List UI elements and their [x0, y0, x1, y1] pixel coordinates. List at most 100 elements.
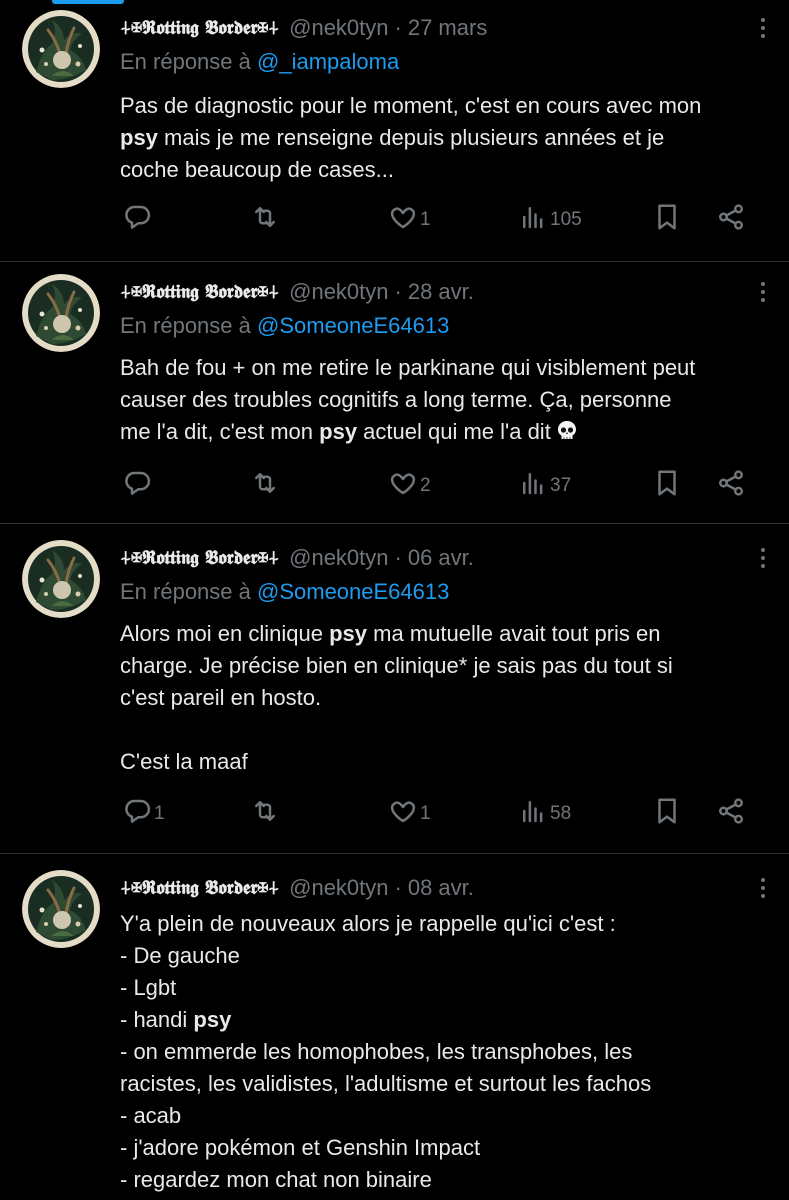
views-button[interactable]: 58 [518, 794, 571, 834]
like-button[interactable]: 1 [388, 200, 431, 240]
avatar[interactable] [22, 540, 100, 618]
tweet-text-line [120, 714, 769, 746]
like-icon [388, 468, 418, 504]
bookmark-button[interactable] [652, 794, 682, 834]
share-icon [716, 202, 746, 238]
tweet-text-line: - on emmerde les homophobes, les transph… [120, 1036, 769, 1068]
bookmark-button[interactable] [652, 200, 682, 240]
tweet-text-line: racistes, les validistes, l'adultisme et… [120, 1068, 769, 1100]
display-name[interactable]: ⍭✠𝕽𝖔𝖙𝖙𝖎𝖓𝖌 𝕭𝖔𝖗𝖉𝖊𝖗✠⍭ [120, 17, 279, 39]
skull-emoji [555, 419, 579, 443]
reply-prefix: En réponse à [120, 49, 251, 74]
text-fragment: - regardez mon chat non binaire [120, 1167, 432, 1192]
views-icon [518, 796, 548, 832]
display-name[interactable]: ⍭✠𝕽𝖔𝖙𝖙𝖎𝖓𝖌 𝕭𝖔𝖗𝖉𝖊𝖗✠⍭ [120, 877, 279, 899]
tweet-text-line: - De gauche [120, 940, 769, 972]
views-count: 58 [550, 803, 572, 824]
share-icon [716, 796, 746, 832]
user-handle[interactable]: @nek0tyn [289, 875, 388, 901]
tweet[interactable]: ⍭✠𝕽𝖔𝖙𝖙𝖎𝖓𝖌 𝕭𝖔𝖗𝖉𝖊𝖗✠⍭ @nek0tyn · 06 avr. En… [0, 524, 789, 854]
share-button[interactable] [716, 200, 746, 240]
text-fragment: racistes, les validistes, l'adultisme et… [120, 1071, 652, 1096]
tweet-date[interactable]: 08 avr. [408, 875, 474, 901]
views-button[interactable]: 105 [518, 200, 582, 240]
text-fragment: charge. Je précise bien en clinique* je … [120, 653, 673, 678]
tweet-date[interactable]: 28 avr. [408, 279, 474, 305]
text-fragment: - on emmerde les homophobes, les transph… [120, 1039, 633, 1064]
text-fragment: Pas de diagnostic pour le moment, c'est … [120, 93, 702, 118]
tweet-text-line: causer des troubles cognitifs a long ter… [120, 384, 769, 416]
reply-button[interactable] [122, 466, 152, 506]
retweet-button[interactable] [250, 466, 280, 506]
avatar[interactable] [22, 274, 100, 352]
like-button[interactable]: 2 [388, 466, 431, 506]
views-button[interactable]: 37 [518, 466, 571, 506]
tweet-actions: 1 1 58 [120, 794, 760, 834]
text-fragment: Bah de fou + on me retire le parkinane q… [120, 355, 696, 380]
like-icon [388, 202, 418, 238]
tweet-text-line: - j'adore pokémon et Genshin Impact [120, 1132, 769, 1164]
tweet[interactable]: ⍭✠𝕽𝖔𝖙𝖙𝖎𝖓𝖌 𝕭𝖔𝖗𝖉𝖊𝖗✠⍭ @nek0tyn · 27 mars En… [0, 0, 789, 262]
share-icon [716, 468, 746, 504]
tweet-actions: 1 105 [120, 200, 760, 240]
likes-count: 1 [420, 803, 431, 824]
views-icon [518, 468, 548, 504]
user-handle[interactable]: @nek0tyn [289, 545, 388, 571]
tweet-text-line: Bah de fou + on me retire le parkinane q… [120, 352, 769, 384]
text-fragment: causer des troubles cognitifs a long ter… [120, 387, 672, 412]
text-fragment: - Lgbt [120, 975, 177, 1000]
tweet-text-line: - acab [120, 1100, 769, 1132]
reply-mention-link[interactable]: @SomeoneE64613 [257, 313, 449, 338]
tweet-text-line: Y'a plein de nouveaux alors je rappelle … [120, 908, 769, 940]
highlighted-term: psy [329, 621, 368, 646]
separator: · [394, 15, 402, 40]
separator: · [394, 279, 402, 304]
retweet-button[interactable] [250, 200, 280, 240]
avatar[interactable] [22, 10, 100, 88]
likes-count: 2 [420, 475, 431, 496]
reply-prefix: En réponse à [120, 579, 251, 604]
tweet-text-line: - handi psy [120, 1004, 769, 1036]
tweet-text-line: me l'a dit, c'est mon psy actuel qui me … [120, 416, 769, 448]
tweet-text-line: coche beaucoup de cases... [120, 154, 769, 186]
tweet-text-line: c'est pareil en hosto. [120, 682, 769, 714]
share-button[interactable] [716, 794, 746, 834]
reply-mention-link[interactable]: @SomeoneE64613 [257, 579, 449, 604]
text-fragment: - acab [120, 1103, 182, 1128]
text-fragment: - j'adore pokémon et Genshin Impact [120, 1135, 481, 1160]
text-fragment: Y'a plein de nouveaux alors je rappelle … [120, 911, 616, 936]
tweet-text: Pas de diagnostic pour le moment, c'est … [120, 90, 769, 186]
separator: · [394, 875, 402, 900]
text-fragment: actuel qui me l'a dit [357, 419, 551, 444]
like-button[interactable]: 1 [388, 794, 431, 834]
reply-button[interactable]: 1 [122, 794, 165, 834]
replies-count: 1 [154, 803, 165, 824]
tweet-header: ⍭✠𝕽𝖔𝖙𝖙𝖎𝖓𝖌 𝕭𝖔𝖗𝖉𝖊𝖗✠⍭ @nek0tyn · 08 avr. [120, 870, 769, 906]
tweet[interactable]: ⍭✠𝕽𝖔𝖙𝖙𝖎𝖓𝖌 𝕭𝖔𝖗𝖉𝖊𝖗✠⍭ @nek0tyn · 28 avr. En… [0, 262, 789, 524]
tweet-text-line: charge. Je précise bien en clinique* je … [120, 650, 769, 682]
tweet-date[interactable]: 27 mars [408, 15, 487, 41]
bookmark-button[interactable] [652, 466, 682, 506]
display-name[interactable]: ⍭✠𝕽𝖔𝖙𝖙𝖎𝖓𝖌 𝕭𝖔𝖗𝖉𝖊𝖗✠⍭ [120, 281, 279, 303]
reply-mention-link[interactable]: @_iampaloma [257, 49, 399, 74]
likes-count: 1 [420, 209, 431, 230]
tweet-actions: 2 37 [120, 466, 760, 506]
tweet-text: Bah de fou + on me retire le parkinane q… [120, 352, 769, 448]
retweet-button[interactable] [250, 794, 280, 834]
tweet[interactable]: ⍭✠𝕽𝖔𝖙𝖙𝖎𝖓𝖌 𝕭𝖔𝖗𝖉𝖊𝖗✠⍭ @nek0tyn · 08 avr. Y'… [0, 854, 789, 1200]
user-handle[interactable]: @nek0tyn [289, 279, 388, 305]
tweet-text-line: - Lgbt [120, 972, 769, 1004]
tweet-text-line: psy mais je me renseigne depuis plusieur… [120, 122, 769, 154]
reply-button[interactable] [122, 200, 152, 240]
retweet-icon [250, 468, 280, 504]
tweet-date[interactable]: 06 avr. [408, 545, 474, 571]
display-name[interactable]: ⍭✠𝕽𝖔𝖙𝖙𝖎𝖓𝖌 𝕭𝖔𝖗𝖉𝖊𝖗✠⍭ [120, 547, 279, 569]
bookmark-icon [652, 202, 682, 238]
reply-context: En réponse à @_iampaloma [120, 46, 769, 78]
tweet-text-line: - regardez mon chat non binaire [120, 1164, 769, 1196]
user-handle[interactable]: @nek0tyn [289, 15, 388, 41]
retweet-icon [250, 202, 280, 238]
share-button[interactable] [716, 466, 746, 506]
avatar[interactable] [22, 870, 100, 948]
text-fragment: ma mutuelle avait tout pris en [367, 621, 661, 646]
